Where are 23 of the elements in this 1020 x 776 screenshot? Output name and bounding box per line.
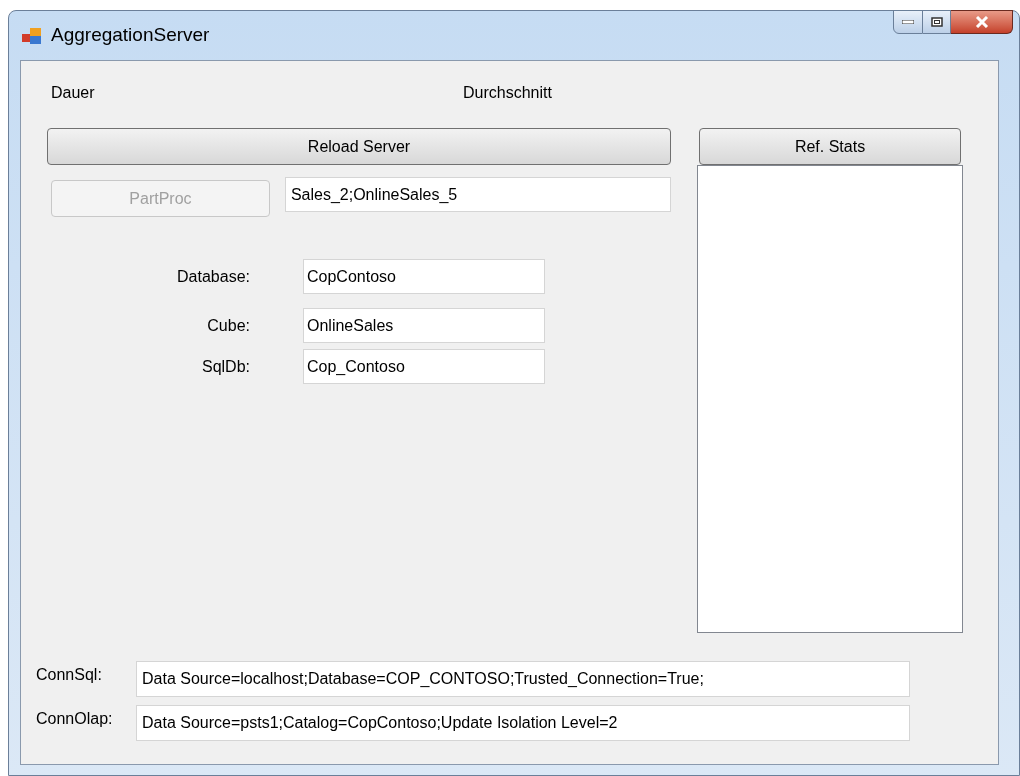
text-field[interactable]: Cop_Contoso [303, 349, 545, 384]
maximize-icon [930, 17, 943, 27]
maximize-button[interactable] [923, 10, 951, 34]
duration-label: Dauer [51, 83, 96, 103]
partitions-field[interactable]: Sales_2;OnlineSales_5 [284, 177, 671, 212]
connection-label: ConnOlap: [36, 709, 114, 729]
average-label: Durchschnitt [463, 83, 552, 103]
connection-label: ConnSql: [36, 665, 103, 685]
close-button[interactable] [951, 10, 1013, 34]
field-label: SqlDb: [200, 356, 251, 377]
close-icon [974, 16, 989, 28]
text-field[interactable]: CopContoso [303, 259, 545, 294]
text-field[interactable]: OnlineSales [303, 308, 545, 343]
connection-field[interactable]: Data Source=psts1;Catalog=CopContoso;Update Isolation Level=2 [136, 705, 910, 741]
minimize-icon [902, 20, 914, 24]
field-label: Database: [176, 266, 251, 287]
ref-stats-button[interactable]: Ref. Stats [699, 128, 961, 165]
minimize-button[interactable] [893, 10, 923, 34]
reload-server-button[interactable]: Reload Server [47, 128, 671, 165]
field-label: Cube: [206, 315, 251, 336]
window-title: AggregationServer [51, 23, 210, 48]
app-icon [21, 25, 43, 46]
connection-field[interactable]: Data Source=localhost;Database=COP_CONTOSO;Trusted_Connection=True; [136, 661, 910, 697]
